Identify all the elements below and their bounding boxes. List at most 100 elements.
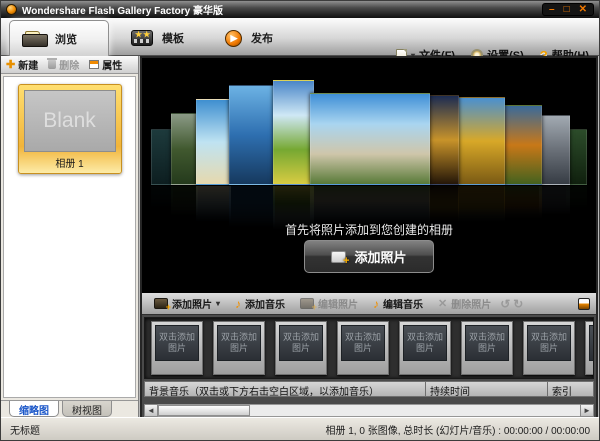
add-music-tool-button[interactable]: ♪ 添加音乐 <box>229 293 291 314</box>
timeline-slot[interactable]: 双击添加图片 <box>275 321 327 375</box>
preview-canvas: 首先将照片添加到您创建的相册 添加照片 <box>142 58 596 293</box>
timeline-slot-label: 双击添加图片 <box>279 325 323 361</box>
beach-photo <box>196 99 231 185</box>
arch-photo <box>539 115 570 185</box>
status-project-title: 无标题 <box>10 422 40 437</box>
rotate-left-icon[interactable]: ↺ <box>500 297 510 311</box>
main-tab-bar: 浏览 模板 发布 ▾ 文件(F) 设置(S) ? 帮助(H) <box>1 18 599 56</box>
tab-tree-view[interactable]: 树视图 <box>62 401 112 417</box>
fountain-photo <box>229 85 275 185</box>
delete-photo-tool-label: 删除照片 <box>451 296 491 311</box>
add-music-tool-label: 添加音乐 <box>245 296 285 311</box>
timeline-slot[interactable]: 双击添加图片 <box>151 321 203 375</box>
delete-photo-tool-button[interactable]: ✕ 删除照片 <box>432 293 497 314</box>
scrollbar-thumb[interactable] <box>158 405 250 416</box>
edit-photo-tool-label: 编辑照片 <box>318 296 358 311</box>
timeline-slot[interactable]: 双击添加图片 <box>399 321 451 375</box>
window-controls: – □ ✕ <box>542 3 594 16</box>
edit-music-tool-label: 编辑音乐 <box>383 296 423 311</box>
music-note-edit-icon: ♪ <box>373 299 379 309</box>
add-photos-button-label: 添加照片 <box>354 247 406 266</box>
stupa-photo <box>458 97 505 185</box>
plus-icon: ✚ <box>6 60 15 70</box>
album-name: 相册 1 <box>24 152 116 171</box>
duration-column-header: 持续时间 <box>425 381 548 397</box>
timeline-slot-label: 双击添加图片 <box>155 325 199 361</box>
canvas-hint-text: 首先将照片添加到您创建的相册 <box>142 221 596 238</box>
add-photo-icon <box>331 251 346 263</box>
album-properties-label: 属性 <box>102 57 122 72</box>
add-photos-button[interactable]: 添加照片 <box>304 240 434 273</box>
delete-album-label: 删除 <box>59 57 79 72</box>
album-card[interactable]: Blank 相册 1 <box>18 84 122 174</box>
autumn-photo-reflection <box>504 186 542 226</box>
new-album-button[interactable]: ✚ 新建 <box>1 56 43 73</box>
trash-icon <box>48 60 56 69</box>
filmstrip-stars-icon <box>131 30 153 46</box>
delete-x-icon: ✕ <box>438 297 447 310</box>
arch-photo-reflection <box>539 186 570 221</box>
timeline-slot-label: 双击添加图片 <box>465 325 509 361</box>
castle-green-photo-reflection <box>171 186 198 222</box>
app-logo-icon <box>6 4 17 15</box>
timeline-slot-label: 双击添加图片 <box>527 325 571 361</box>
timeline-slot[interactable]: 双击添加图片 <box>585 321 594 375</box>
scroll-right-button[interactable]: ► <box>580 404 594 417</box>
album-sidebar: ✚ 新建 删除 属性 Blank 相册 1 缩略图 树视图 <box>1 56 139 417</box>
timeline-toolbar: 添加照片 ▾ ♪ 添加音乐 编辑照片 ♪ 编辑音乐 ✕ 删除照片 <box>142 293 596 315</box>
camera-edit-icon <box>300 298 314 309</box>
timeline-slot-label: 双击添加图片 <box>217 325 261 361</box>
album-properties-button[interactable]: 属性 <box>84 56 127 73</box>
dark-teal-photo <box>151 129 173 185</box>
scrollbar-track[interactable] <box>158 404 580 417</box>
timeline-slot[interactable]: 双击添加图片 <box>337 321 389 375</box>
app-window: Wondershare Flash Gallery Factory 豪华版 – … <box>0 0 600 441</box>
background-music-track[interactable]: 背景音乐（双击或下方右击空白区域，以添加音乐） <box>144 381 426 397</box>
slide-timeline: 双击添加图片双击添加图片双击添加图片双击添加图片双击添加图片双击添加图片双击添加… <box>144 317 594 379</box>
green-field-photo <box>273 80 314 185</box>
close-button[interactable]: ✕ <box>579 4 587 15</box>
sidebar-view-tabs: 缩略图 树视图 <box>1 400 138 417</box>
timeline-slot[interactable]: 双击添加图片 <box>523 321 575 375</box>
add-photo-tool-label: 添加照片 <box>172 296 212 311</box>
tab-template[interactable]: 模板 <box>119 20 196 56</box>
album-thumbnail: Blank <box>24 90 116 152</box>
music-note-plus-icon: ♪ <box>235 299 241 309</box>
timeline-slot[interactable]: 双击添加图片 <box>461 321 513 375</box>
add-photo-tool-button[interactable]: 添加照片 ▾ <box>148 293 226 314</box>
title-bar: Wondershare Flash Gallery Factory 豪华版 – … <box>1 1 599 18</box>
window-title: Wondershare Flash Gallery Factory 豪华版 <box>22 2 223 17</box>
rotate-right-icon[interactable]: ↻ <box>513 297 523 311</box>
new-album-label: 新建 <box>18 57 38 72</box>
timeline-slot-label: 双击添加图片 <box>403 325 447 361</box>
index-column-header: 索引 <box>547 381 594 397</box>
timeline-panel: 添加照片 ▾ ♪ 添加音乐 编辑照片 ♪ 编辑音乐 ✕ 删除照片 <box>142 293 596 419</box>
tab-browse-label: 浏览 <box>55 31 77 47</box>
chevron-down-icon: ▾ <box>216 299 220 308</box>
delete-album-button[interactable]: 删除 <box>43 56 84 73</box>
tab-publish[interactable]: 发布 <box>213 20 285 56</box>
castle-green-photo <box>171 113 198 185</box>
album-list: Blank 相册 1 <box>3 76 136 398</box>
edit-photo-tool-button[interactable]: 编辑照片 <box>294 293 364 314</box>
slideshow-options-icon[interactable] <box>578 298 590 310</box>
timeline-scrollbar: ◄ ► <box>144 404 594 417</box>
scroll-left-button[interactable]: ◄ <box>144 404 158 417</box>
gold-pillar-photo <box>429 95 459 185</box>
dark-teal-photo-reflection <box>151 186 173 214</box>
palace-photo <box>310 93 430 185</box>
music-track-header: 背景音乐（双击或下方右击空白区域，以添加音乐） 持续时间 索引 <box>144 381 594 397</box>
camera-plus-icon <box>154 298 168 309</box>
tab-browse[interactable]: 浏览 <box>9 20 109 56</box>
maximize-button[interactable]: □ <box>564 4 570 15</box>
autumn-photo <box>504 105 542 185</box>
minimize-button[interactable]: – <box>549 4 555 15</box>
sidebar-toolbar: ✚ 新建 删除 属性 <box>1 56 138 74</box>
folder-icon <box>22 31 46 47</box>
status-album-summary: 相册 1, 0 张图像, 总时长 (幻灯片/音乐) : 00:00:00 / 0… <box>325 422 590 437</box>
timeline-slot-label: 双击添加图片 <box>341 325 385 361</box>
tab-publish-label: 发布 <box>251 30 273 46</box>
edit-music-tool-button[interactable]: ♪ 编辑音乐 <box>367 293 429 314</box>
tab-thumbnail-view[interactable]: 缩略图 <box>9 401 59 417</box>
timeline-slot[interactable]: 双击添加图片 <box>213 321 265 375</box>
